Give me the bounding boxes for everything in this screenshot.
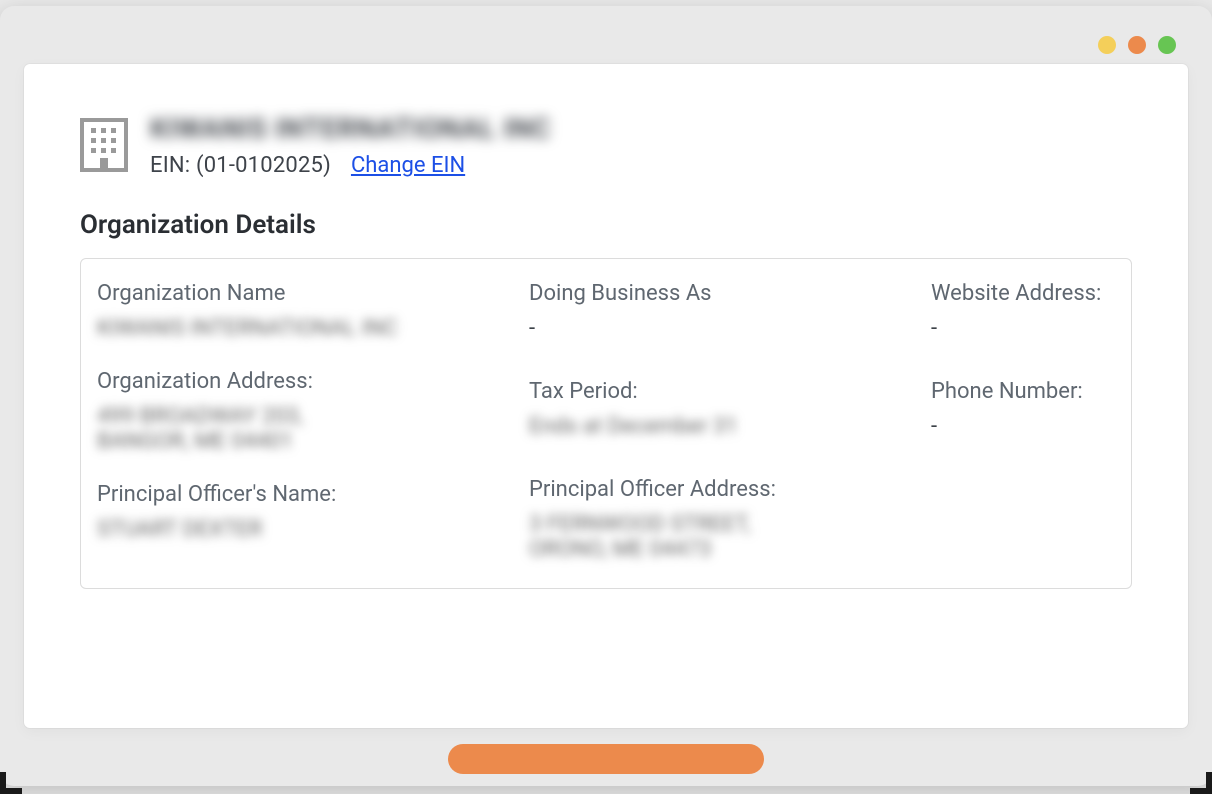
change-ein-link[interactable]: Change EIN [351, 153, 465, 178]
ein-line: EIN: (01-0102025) Change EIN [150, 153, 551, 178]
ein-text: EIN: (01-0102025) [150, 153, 331, 178]
label: Phone Number: [931, 379, 1115, 404]
ein-label: EIN: [150, 153, 190, 178]
building-icon [80, 118, 128, 172]
field-dba: Doing Business As - [529, 281, 919, 341]
field-officer-name: Principal Officer's Name: STUART DEXTER [97, 482, 517, 542]
field-officer-address: Principal Officer Address: 3 FERNWOOD ST… [529, 477, 919, 562]
value: - [931, 414, 1115, 439]
field-website: Website Address: - [931, 281, 1115, 341]
field-org-address: Organization Address: 499 BROADWAY 203, … [97, 369, 517, 454]
value: Ends at December 31 [529, 414, 919, 439]
value: 499 BROADWAY 203, BANGOR, ME 04401 [97, 404, 517, 454]
label: Principal Officer Address: [529, 477, 919, 502]
value: STUART DEXTER [97, 517, 517, 542]
window-controls [1098, 36, 1176, 54]
label: Organization Address: [97, 369, 517, 394]
details-card: Organization Name KIWANIS INTERNATIONAL … [80, 258, 1132, 589]
org-header-text: KIWANIS INTERNATIONAL INC EIN: (01-01020… [150, 112, 551, 178]
label: Doing Business As [529, 281, 919, 306]
main-panel: KIWANIS INTERNATIONAL INC EIN: (01-01020… [24, 64, 1188, 728]
field-org-name: Organization Name KIWANIS INTERNATIONAL … [97, 281, 517, 341]
details-col-b: Doing Business As - Tax Period: Ends at … [529, 281, 919, 562]
ein-value: (01-0102025) [196, 153, 331, 178]
label: Organization Name [97, 281, 517, 306]
org-header: KIWANIS INTERNATIONAL INC EIN: (01-01020… [80, 112, 1132, 178]
window-minimize-dot[interactable] [1098, 36, 1116, 54]
label: Principal Officer's Name: [97, 482, 517, 507]
label: Website Address: [931, 281, 1115, 306]
primary-action-bar[interactable] [448, 744, 764, 774]
crop-corner-br [1190, 772, 1212, 794]
details-col-c: Website Address: - Phone Number: - [931, 281, 1115, 562]
value: KIWANIS INTERNATIONAL INC [97, 316, 517, 341]
app-stage: KIWANIS INTERNATIONAL INC EIN: (01-01020… [0, 6, 1212, 786]
details-col-a: Organization Name KIWANIS INTERNATIONAL … [97, 281, 517, 562]
field-phone: Phone Number: - [931, 379, 1115, 439]
value: - [931, 316, 1115, 341]
crop-corner-bl [0, 772, 22, 794]
value: - [529, 316, 919, 341]
window-close-dot[interactable] [1128, 36, 1146, 54]
org-name: KIWANIS INTERNATIONAL INC [150, 112, 551, 145]
label: Tax Period: [529, 379, 919, 404]
section-title: Organization Details [80, 210, 1132, 240]
field-tax-period: Tax Period: Ends at December 31 [529, 379, 919, 439]
window-zoom-dot[interactable] [1158, 36, 1176, 54]
value: 3 FERNWOOD STREET, ORONO, ME 04473 [529, 512, 919, 562]
